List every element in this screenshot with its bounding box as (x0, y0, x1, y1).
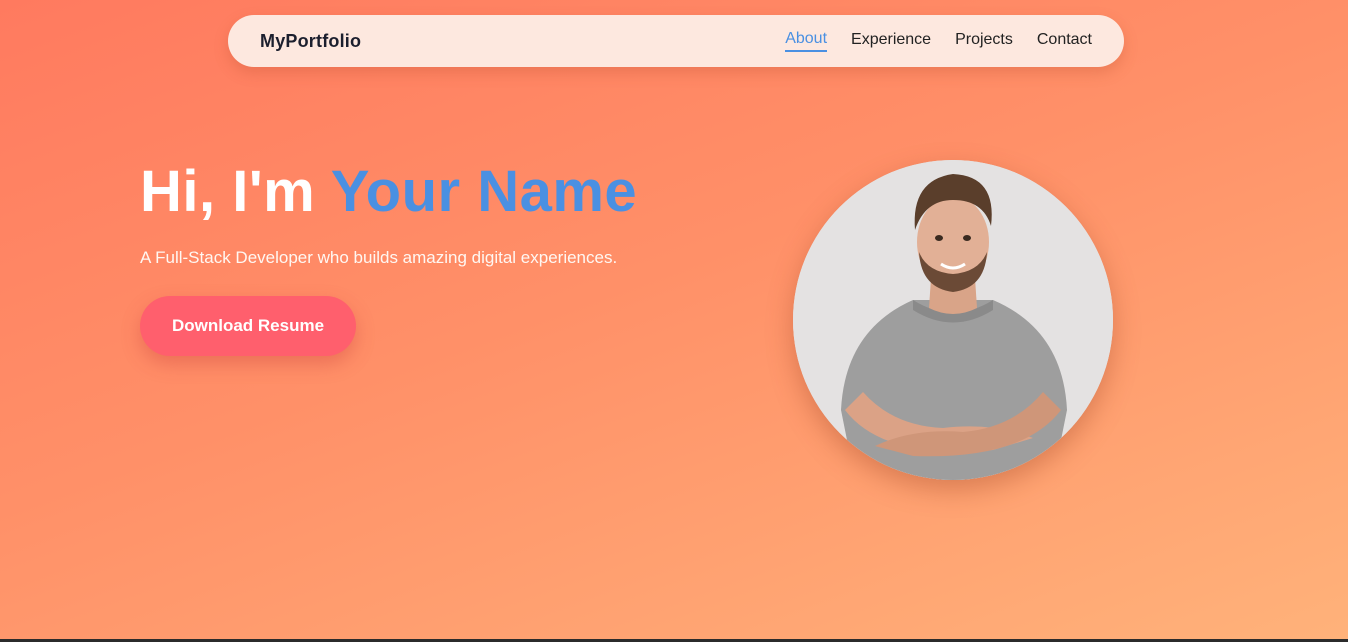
brand-logo[interactable]: MyPortfolio (260, 31, 361, 52)
navbar: MyPortfolio About Experience Projects Co… (228, 15, 1124, 67)
hero-title: Hi, I'm Your Name (140, 158, 637, 225)
nav-link-contact[interactable]: Contact (1037, 31, 1092, 51)
download-resume-button[interactable]: Download Resume (140, 296, 356, 356)
hero-subtitle: A Full-Stack Developer who builds amazin… (140, 248, 618, 267)
hero-name: Your Name (330, 159, 638, 224)
person-illustration (793, 160, 1113, 480)
hero-greeting: Hi, I'm (140, 159, 331, 224)
nav-link-experience[interactable]: Experience (851, 31, 931, 51)
nav-links: About Experience Projects Contact (785, 30, 1092, 52)
nav-link-projects[interactable]: Projects (955, 31, 1013, 51)
nav-link-about[interactable]: About (785, 30, 828, 52)
avatar-photo (793, 160, 1113, 480)
